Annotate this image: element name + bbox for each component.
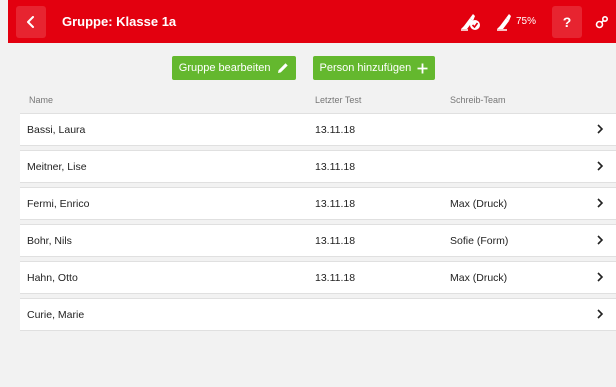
column-header-name: Name	[29, 95, 54, 105]
table-row[interactable]: Curie, Marie	[20, 298, 616, 331]
row-name: Fermi, Enrico	[27, 198, 90, 210]
chevron-right-icon	[597, 235, 604, 245]
settings-icon	[595, 15, 609, 28]
row-name: Hahn, Otto	[27, 272, 78, 284]
row-last-test: 13.11.18	[315, 161, 356, 173]
edit-group-button[interactable]: Gruppe bearbeiten	[171, 56, 296, 80]
table-row[interactable]: Bassi, Laura 13.11.18	[20, 113, 616, 146]
plus-icon	[417, 63, 428, 73]
page-title: Gruppe: Klasse 1a	[62, 14, 177, 29]
row-last-test: 13.11.18	[315, 272, 356, 284]
person-list: Bassi, Laura 13.11.18 Meitner, Lise 13.1…	[20, 113, 616, 335]
chevron-left-icon	[27, 15, 34, 28]
chevron-right-icon	[597, 161, 604, 171]
table-row[interactable]: Hahn, Otto 13.11.18 Max (Druck)	[20, 261, 616, 294]
row-team: Max (Druck)	[450, 272, 508, 284]
handwriting-progress-button[interactable]: 75%	[495, 13, 552, 31]
action-bar: Gruppe bearbeiten Person hinzufügen	[0, 56, 616, 80]
pencil-icon	[277, 63, 288, 73]
table-row[interactable]: Meitner, Lise 13.11.18	[20, 150, 616, 183]
progress-percent: 75%	[515, 16, 536, 27]
settings-button[interactable]	[588, 6, 616, 38]
row-name: Curie, Marie	[27, 309, 85, 321]
add-person-button[interactable]: Person hinzufügen	[312, 56, 436, 80]
table-row[interactable]: Bohr, Nils 13.11.18 Sofie (Form)	[20, 224, 616, 257]
chevron-right-icon	[597, 272, 604, 282]
row-last-test: 13.11.18	[315, 235, 356, 247]
row-team: Sofie (Form)	[450, 235, 509, 247]
add-person-label: Person hinzufügen	[319, 62, 412, 74]
table-row[interactable]: Fermi, Enrico 13.11.18 Max (Druck)	[20, 187, 616, 220]
column-header-team: Schreib-Team	[450, 95, 506, 105]
row-name: Bassi, Laura	[27, 124, 86, 136]
help-icon: ?	[562, 13, 572, 30]
handwriting-progress-icon	[496, 13, 511, 31]
row-team: Max (Druck)	[450, 198, 508, 210]
chevron-right-icon	[597, 124, 604, 134]
top-bar: Gruppe: Klasse 1a 75% ?	[8, 0, 616, 43]
row-name: Meitner, Lise	[27, 161, 87, 173]
edit-group-label: Gruppe bearbeiten	[178, 62, 271, 74]
handwriting-check-icon	[460, 13, 480, 31]
table-header: Name Letzter Test Schreib-Team	[26, 95, 616, 107]
handwriting-check-button[interactable]	[459, 13, 481, 31]
row-last-test: 13.11.18	[315, 124, 356, 136]
chevron-right-icon	[597, 309, 604, 319]
row-name: Bohr, Nils	[27, 235, 72, 247]
chevron-right-icon	[597, 198, 604, 208]
row-last-test: 13.11.18	[315, 198, 356, 210]
column-header-last-test: Letzter Test	[315, 95, 362, 105]
help-button[interactable]: ?	[552, 5, 582, 38]
back-button[interactable]	[16, 5, 46, 38]
